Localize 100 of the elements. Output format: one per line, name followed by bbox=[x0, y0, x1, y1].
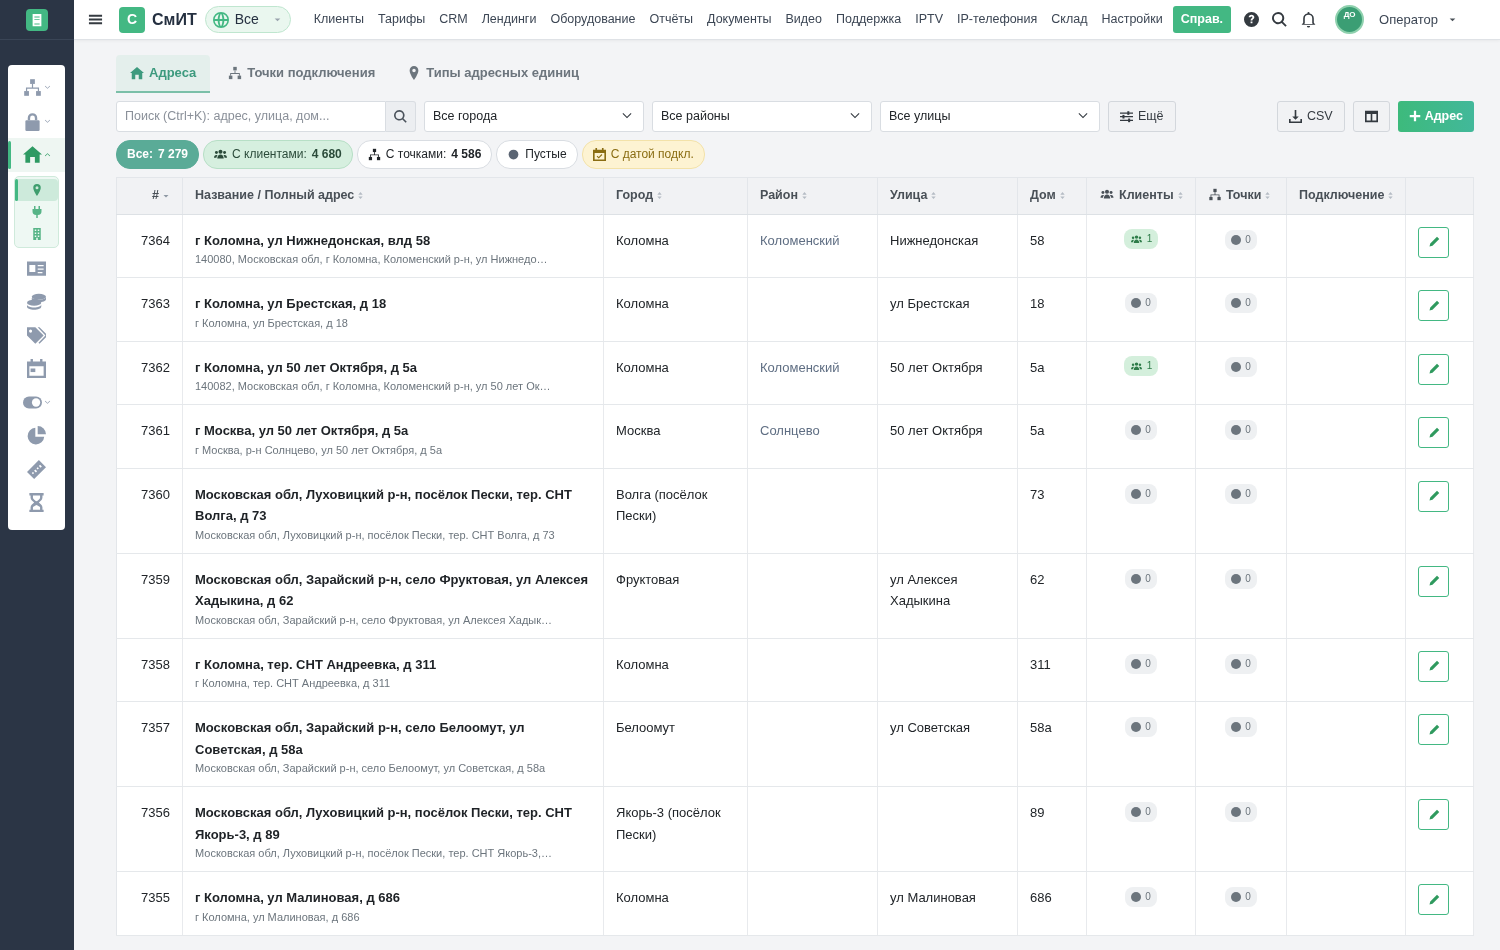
count-badge: 0 bbox=[1125, 483, 1157, 504]
chevron-icon bbox=[43, 84, 51, 92]
column-header[interactable]: Подключение bbox=[1286, 177, 1406, 214]
filter-chip[interactable]: Пустые bbox=[496, 139, 578, 169]
house-text: 62 bbox=[1030, 571, 1045, 587]
page-tab[interactable]: Типы адресных единиц bbox=[393, 55, 594, 93]
more-filters-button[interactable]: Ещё bbox=[1108, 100, 1176, 132]
columns-button[interactable] bbox=[1352, 100, 1390, 132]
lock-icon bbox=[22, 111, 42, 131]
edit-button[interactable] bbox=[1418, 480, 1449, 512]
dot-icon bbox=[1131, 658, 1142, 669]
pencil-icon bbox=[1427, 363, 1440, 375]
help-icon bbox=[1244, 12, 1260, 27]
column-header[interactable]: Название / Полный адрес bbox=[182, 177, 604, 214]
district-text: Коломенский bbox=[760, 359, 840, 375]
column-header[interactable]: Дом bbox=[1017, 177, 1087, 214]
address-name[interactable]: г Москва, ул 50 лет Октября, д 5а bbox=[195, 420, 591, 442]
column-header[interactable]: Клиенты bbox=[1086, 177, 1196, 214]
column-header[interactable]: Улица bbox=[877, 177, 1018, 214]
search-button[interactable] bbox=[386, 100, 416, 132]
nav-link[interactable]: Тарифы bbox=[370, 10, 433, 29]
address-name[interactable]: г Коломна, ул Малиновая, д 686 bbox=[195, 887, 591, 909]
house-text: 73 bbox=[1030, 486, 1045, 502]
city-text: Белоомут bbox=[616, 720, 676, 735]
edit-button[interactable] bbox=[1418, 884, 1449, 915]
count-badge: 0 bbox=[1125, 420, 1157, 440]
id-card-icon bbox=[27, 258, 46, 278]
download-icon bbox=[1288, 109, 1302, 123]
full-address: г Коломна, ул Малиновая, д 686 bbox=[195, 909, 361, 925]
column-header[interactable]: # bbox=[116, 177, 183, 214]
address-name[interactable]: г Коломна, ул Брестская, д 18 bbox=[195, 293, 591, 315]
dot-icon bbox=[1131, 425, 1142, 435]
address-name[interactable]: г Коломна, тер. СНТ Андреевка, д 311 bbox=[195, 653, 591, 675]
nav-link[interactable]: Настройки bbox=[1094, 10, 1170, 29]
column-header[interactable]: Район bbox=[747, 177, 878, 214]
edit-button[interactable] bbox=[1418, 417, 1449, 448]
edit-button[interactable] bbox=[1418, 565, 1449, 597]
filter-chip[interactable]: С клиентами: 4 680 bbox=[203, 139, 353, 169]
app-logo-icon[interactable] bbox=[26, 8, 48, 31]
nav-link[interactable]: Лендинги bbox=[474, 10, 544, 29]
address-name[interactable]: г Коломна, ул Нижнедонская, влд 58 bbox=[195, 229, 591, 251]
nav-link[interactable]: IP-телефония bbox=[950, 10, 1045, 29]
nav-link[interactable]: Поддержка bbox=[829, 10, 909, 29]
pencil-icon bbox=[1427, 660, 1440, 672]
nav-link[interactable]: Склад bbox=[1044, 10, 1095, 29]
nav-link[interactable]: Отчёты bbox=[642, 10, 701, 29]
users-icon bbox=[1099, 188, 1115, 202]
address-name[interactable]: г Коломна, ул 50 лет Октября, д 5а bbox=[195, 356, 591, 378]
nav-link[interactable]: Клиенты bbox=[306, 10, 371, 29]
dot-icon bbox=[1131, 573, 1142, 584]
filter-select[interactable]: Все улицы bbox=[880, 100, 1100, 132]
hourglass-icon bbox=[27, 493, 46, 513]
column-header[interactable]: Город bbox=[603, 177, 748, 214]
sidebar-item[interactable] bbox=[8, 138, 65, 172]
sidebar-subitem[interactable] bbox=[15, 178, 58, 201]
full-address: Московская обл, Луховицкий р-н, посёлок Пески, тер. СНТ Якорь-3,… bbox=[195, 846, 553, 861]
search-field[interactable]: Поиск (Ctrl+K): адрес, улица, дом... bbox=[116, 100, 386, 132]
city-text: Коломна bbox=[616, 656, 669, 672]
street-text: 50 лет Октября bbox=[890, 423, 983, 438]
filter-chip[interactable]: С датой подкл. bbox=[581, 139, 705, 169]
network-icon bbox=[1208, 188, 1222, 202]
menu-icon[interactable] bbox=[88, 12, 103, 27]
edit-button[interactable] bbox=[1418, 799, 1449, 830]
dot-icon bbox=[1231, 425, 1242, 435]
address-name[interactable]: Московская обл, Луховицкий р-н, посёлок Пески, тер. СНТ Якорь-3, д 89 bbox=[195, 802, 591, 845]
nav-link[interactable]: CRM bbox=[432, 10, 475, 29]
count-badge: 0 bbox=[1125, 887, 1157, 907]
address-name[interactable]: Московская обл, Зарайский р-н, село Белоомут, ул Советская, д 58а bbox=[195, 717, 591, 760]
column-header[interactable]: Точки bbox=[1195, 177, 1287, 214]
filter-select[interactable]: Все районы bbox=[652, 100, 872, 132]
nav-link[interactable]: IPTV bbox=[908, 10, 951, 29]
full-address: г Коломна, тер. СНТ Андреевка, д 311 bbox=[195, 676, 392, 691]
count-badge: 0 bbox=[1125, 717, 1157, 737]
csv-export-button[interactable]: CSV bbox=[1276, 100, 1345, 132]
address-name[interactable]: Московская обл, Зарайский р-н, село Фруктовая, ул Алексея Хадыкина, д 62 bbox=[195, 568, 591, 612]
edit-button[interactable] bbox=[1418, 353, 1449, 385]
street-text: ул Советская bbox=[890, 720, 971, 735]
edit-button[interactable] bbox=[1418, 714, 1449, 745]
users-icon bbox=[1129, 233, 1143, 245]
page-tab[interactable]: Точки подключения bbox=[214, 55, 390, 93]
user-menu[interactable]: Оператор bbox=[1373, 8, 1463, 31]
scope-dropdown[interactable]: Все bbox=[204, 6, 291, 33]
filter-select[interactable]: Все города bbox=[424, 100, 644, 132]
pencil-icon bbox=[1427, 236, 1440, 248]
nav-link[interactable]: Видео bbox=[778, 10, 830, 29]
edit-button[interactable] bbox=[1418, 226, 1449, 258]
edit-button[interactable] bbox=[1418, 290, 1449, 321]
count-badge: 1 bbox=[1123, 356, 1159, 376]
pencil-icon bbox=[1427, 490, 1440, 502]
pencil-icon bbox=[1427, 808, 1440, 821]
chevron-icon bbox=[43, 117, 51, 125]
address-name[interactable]: Московская обл, Луховицкий р-н, посёлок Пески, тер. СНТ Волга, д 73 bbox=[195, 483, 591, 527]
edit-button[interactable] bbox=[1418, 650, 1449, 682]
pencil-icon bbox=[1427, 893, 1440, 906]
id-cell: 7362 bbox=[116, 341, 183, 405]
nav-link[interactable]: Оборудование bbox=[543, 10, 643, 29]
nav-link[interactable]: Документы bbox=[700, 10, 779, 29]
brand-name[interactable]: СмИТ bbox=[152, 7, 197, 32]
filter-chip[interactable]: С точками: 4 586 bbox=[356, 139, 493, 169]
plug-icon bbox=[30, 205, 43, 218]
